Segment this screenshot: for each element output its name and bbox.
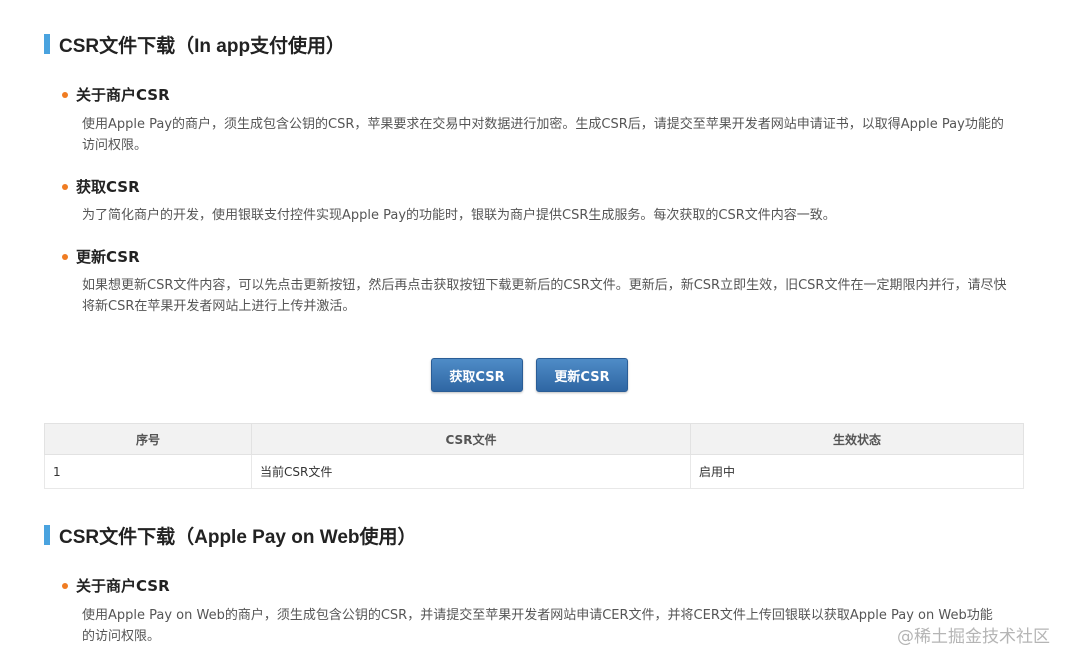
subheading-get-csr: 获取CSR [62,176,140,197]
accent-bar [44,34,50,54]
section-title-in-app: CSR文件下载（In app支付使用） [44,33,346,57]
subheading-text: 关于商户CSR [76,86,170,104]
subheading-about-csr: 关于商户CSR [62,84,170,105]
column-header-status: 生效状态 [690,423,1024,455]
bullet-dot [62,91,68,98]
get-csr-button[interactable]: 获取CSR [431,358,523,392]
column-header-index: 序号 [44,423,252,455]
paragraph-about-csr: 使用Apple Pay的商户，须生成包含公钥的CSR，苹果要求在交易中对数据进行… [82,117,1004,153]
section-title-text: CSR文件下载（Apple Pay on Web使用） [59,526,417,548]
subheading-text: 关于商户CSR [76,577,170,595]
bullet-dot [62,183,68,190]
accent-bar [44,525,50,545]
table-header-row: 序号 CSR文件 生效状态 [44,423,1024,455]
table-row: 1 当前CSR文件 启用中 [44,454,1024,489]
section-title-text: CSR文件下载（In app支付使用） [59,35,346,57]
section-title-apple-pay-web: CSR文件下载（Apple Pay on Web使用） [44,524,417,548]
cell-csr-file: 当前CSR文件 [251,454,691,489]
paragraph-update-csr: 如果想更新CSR文件内容，可以先点击更新按钮，然后再点击获取按钮下载更新后的CS… [82,278,1007,314]
paragraph-get-csr: 为了简化商户的开发，使用银联支付控件实现Apple Pay的功能时，银联为商户提… [82,208,836,223]
cell-status: 启用中 [690,454,1024,489]
subheading-text: 获取CSR [76,178,140,196]
subheading-about-csr-web: 关于商户CSR [62,575,170,596]
subheading-update-csr: 更新CSR [62,246,140,267]
cell-index: 1 [44,454,252,489]
subheading-text: 更新CSR [76,248,140,266]
paragraph-about-csr-web: 使用Apple Pay on Web的商户，须生成包含公钥的CSR，并请提交至苹… [82,608,993,644]
bullet-dot [62,582,68,589]
watermark-text: @稀土掘金技术社区 [897,627,1050,647]
update-csr-button[interactable]: 更新CSR [536,358,628,392]
column-header-csr-file: CSR文件 [251,423,691,455]
csr-table: 序号 CSR文件 生效状态 1 当前CSR文件 启用中 [44,423,1024,489]
bullet-dot [62,253,68,260]
